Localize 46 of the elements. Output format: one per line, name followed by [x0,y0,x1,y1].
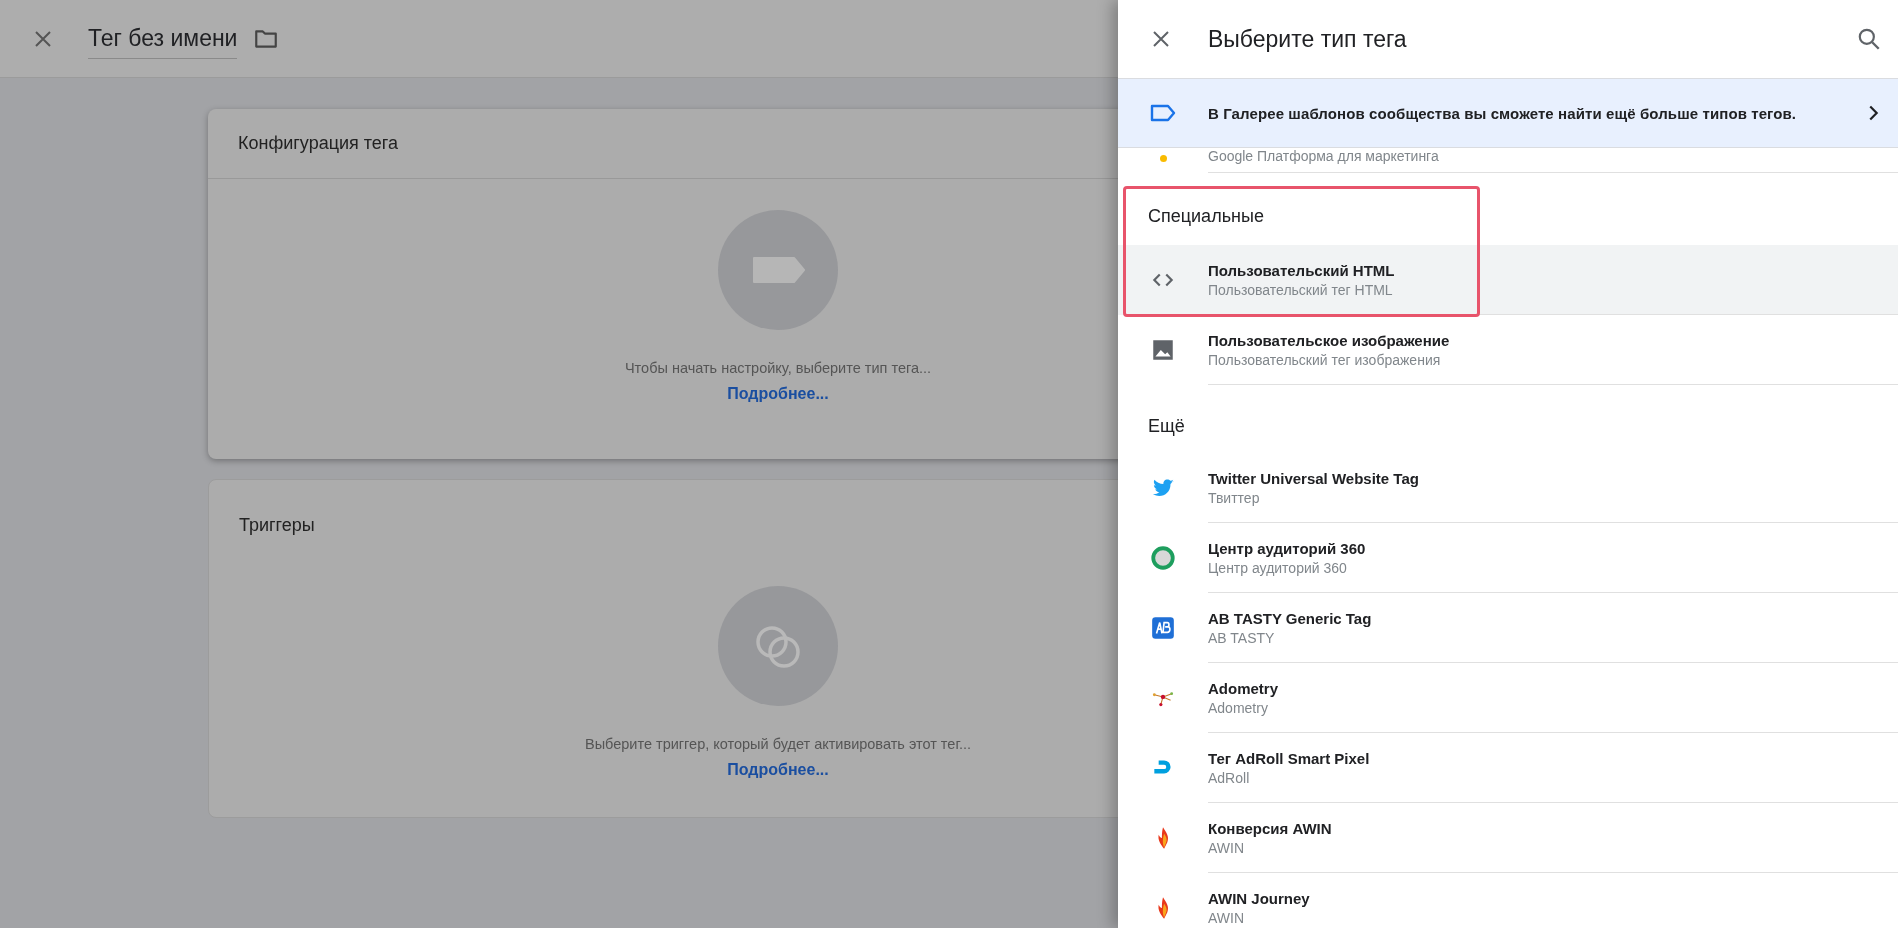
tag-type-title: Центр аудиторий 360 [1208,539,1367,557]
tag-type-title: Конверсия AWIN [1208,819,1333,837]
tag-type-subtitle: Пользовательский тег изображения [1208,351,1442,368]
banner-text: В Галерее шаблонов сообщества вы сможете найти ещё больше типов тегов. [1208,104,1798,122]
card-hint: Чтобы начать настройку, выберите тип тега... [624,360,932,376]
tag-type-subtitle: Твиттер [1208,489,1261,506]
tag-type-title: Adometry [1208,679,1279,697]
tag-type-subtitle: Google Платформа для маркетинга [1208,148,1440,164]
learn-more-link[interactable]: Подробнее... [727,385,829,403]
panel-title: Выберите тип тега [1208,25,1408,53]
ab-letters-icon [1150,615,1176,641]
tag-type-title: AB TASTY Generic Tag [1208,609,1373,627]
tag-name-field[interactable]: Тег без имени [88,18,238,59]
tag-type-title: Тег AdRoll Smart Pixel [1208,749,1371,767]
image-icon [1150,337,1176,363]
tag-type-item[interactable]: AB TASTY Generic Tag AB TASTY [1118,593,1898,663]
dot-icon [1159,155,1167,162]
tag-type-subtitle: AdRoll [1208,769,1251,786]
tag-type-item[interactable]: Пользовательское изображение Пользовательский тег изображения [1118,315,1898,385]
tag-type-subtitle: Пользовательский тег HTML [1208,281,1394,298]
tag-type-item[interactable]: Тег AdRoll Smart Pixel AdRoll [1118,733,1898,803]
tag-type-subtitle: AWIN [1208,839,1246,856]
tag-type-item[interactable]: Adometry Adometry [1118,663,1898,733]
card-hint: Выберите триггер, который будет активировать этот тег... [584,736,971,752]
tag-type-subtitle: AB TASTY [1208,629,1276,646]
card-title: Триггеры [239,515,315,536]
section-heading: Специальные [1148,206,1264,227]
tag-icon [1150,104,1176,122]
tag-type-title: AWIN Journey [1208,889,1311,907]
tag-type-title: Пользовательское изображение [1208,331,1451,349]
tag-type-item[interactable]: Центр аудиторий 360 Центр аудиторий 360 [1118,523,1898,593]
tag-type-title: Пользовательский HTML [1208,261,1396,279]
tag-type-item[interactable]: Пользовательский HTML Пользовательский тег HTML [1118,245,1898,315]
card-title: Конфигурация тега [238,133,399,154]
tag-type-item[interactable]: Конверсия AWIN AWIN [1118,803,1898,873]
ring-icon [1150,545,1176,571]
tag-type-subtitle: Центр аудиторий 360 [1208,559,1348,576]
tag-type-item[interactable]: AWIN Journey AWIN [1118,873,1898,928]
tag-type-subtitle: AWIN [1208,909,1246,926]
search-icon[interactable] [1856,26,1882,52]
tag-type-item[interactable]: Twitter Universal Website Tag Твиттер [1118,453,1898,523]
tag-type-title: Twitter Universal Website Tag [1208,469,1420,487]
gallery-banner[interactable]: В Галерее шаблонов сообщества вы сможете найти ещё больше типов тегов. [1118,78,1898,148]
tag-type-subtitle: Adometry [1208,699,1269,716]
section-heading: Ещё [1148,416,1185,437]
learn-more-link[interactable]: Подробнее... [727,761,829,779]
